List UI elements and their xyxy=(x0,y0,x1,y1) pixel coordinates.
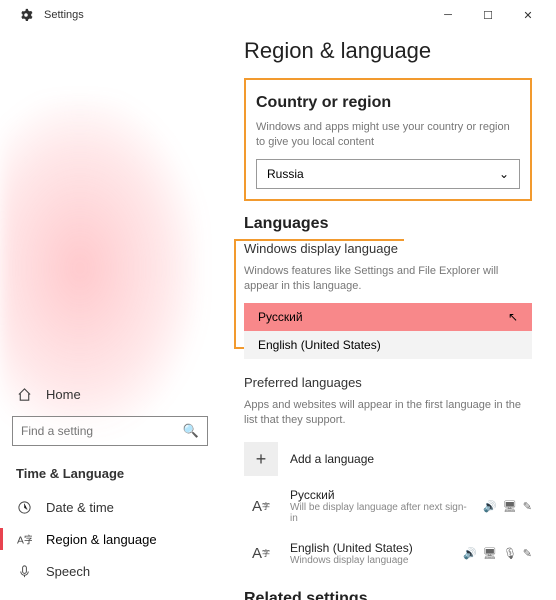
display-icon: 🖥 xyxy=(503,500,517,513)
display-lang-list: Русский ↖ English (United States) xyxy=(244,303,532,359)
plus-icon: + xyxy=(244,442,278,476)
search-icon: 🔍 xyxy=(183,423,199,439)
lang-option-label: English (United States) xyxy=(258,338,381,352)
installed-sub: Windows display language xyxy=(290,555,451,566)
lang-option-label: Русский xyxy=(258,310,303,324)
active-indicator xyxy=(0,528,3,550)
lang-feature-icons: 🔊 🖥 🎙 ✎ xyxy=(463,547,532,560)
sidebar-item-label: Speech xyxy=(46,564,90,579)
language-glyph-icon: A字 xyxy=(244,536,278,570)
sidebar-section-header: Time & Language xyxy=(0,456,220,491)
text-to-speech-icon: 🔊 xyxy=(463,547,477,560)
minimize-button[interactable]: ─ xyxy=(428,0,468,30)
installed-sub: Will be display language after next sign… xyxy=(290,502,471,524)
home-icon xyxy=(16,386,32,402)
close-button[interactable]: ✕ xyxy=(508,0,548,30)
search-input[interactable]: 🔍 xyxy=(12,416,208,446)
region-desc: Windows and apps might use your country … xyxy=(256,120,520,151)
add-language-button[interactable]: + Add a language xyxy=(244,436,532,482)
sidebar-item-speech[interactable]: Speech xyxy=(0,555,220,587)
speech-icon: 🎙 xyxy=(503,547,517,560)
sidebar-item-label: Region & language xyxy=(46,532,157,547)
sidebar-item-region[interactable]: A字 Region & language xyxy=(0,523,220,555)
gear-icon xyxy=(18,7,34,23)
handwriting-icon: ✎ xyxy=(523,547,532,560)
globe-language-icon: A字 xyxy=(16,531,32,547)
lang-option-russian[interactable]: Русский ↖ xyxy=(244,303,532,331)
page-title: Region & language xyxy=(244,38,532,64)
svg-text:A字: A字 xyxy=(17,533,32,546)
microphone-icon xyxy=(16,563,32,579)
text-to-speech-icon: 🔊 xyxy=(483,500,497,513)
related-heading: Related settings xyxy=(244,590,532,600)
sidebar-item-datetime[interactable]: Date & time xyxy=(0,491,220,523)
language-glyph-icon: A字 xyxy=(244,489,278,523)
installed-lang-english[interactable]: A字 English (United States) Windows displ… xyxy=(244,530,532,576)
titlebar: Settings ─ ☐ ✕ xyxy=(0,0,556,30)
clock-icon xyxy=(16,499,32,515)
maximize-button[interactable]: ☐ xyxy=(468,0,508,30)
add-language-label: Add a language xyxy=(290,452,532,466)
home-label: Home xyxy=(46,387,81,402)
installed-name: English (United States) xyxy=(290,541,451,555)
lang-feature-icons: 🔊 🖥 ✎ xyxy=(483,500,532,513)
region-selected: Russia xyxy=(267,167,304,181)
cursor-icon: ↖ xyxy=(508,310,518,324)
region-section-highlight: Country or region Windows and apps might… xyxy=(244,78,532,201)
chevron-down-icon: ⌄ xyxy=(499,167,509,181)
preferred-label: Preferred languages xyxy=(244,375,532,390)
window-title: Settings xyxy=(44,9,84,21)
languages-heading: Languages xyxy=(244,215,532,233)
installed-name: Русский xyxy=(290,488,471,502)
sidebar: Home 🔍 Time & Language Date & time A字 Re… xyxy=(0,30,220,600)
preferred-desc: Apps and websites will appear in the fir… xyxy=(244,398,532,429)
display-lang-desc: Windows features like Settings and File … xyxy=(244,264,532,295)
home-nav[interactable]: Home xyxy=(0,378,220,410)
installed-lang-russian[interactable]: A字 Русский Will be display language afte… xyxy=(244,482,532,530)
main-panel: Region & language Country or region Wind… xyxy=(220,30,556,600)
handwriting-icon: ✎ xyxy=(523,500,532,513)
display-lang-label: Windows display language xyxy=(244,241,532,256)
lang-option-english[interactable]: English (United States) xyxy=(244,331,532,359)
region-heading: Country or region xyxy=(256,94,520,112)
region-dropdown[interactable]: Russia ⌄ xyxy=(256,159,520,189)
sidebar-item-label: Date & time xyxy=(46,500,114,515)
search-field[interactable] xyxy=(21,424,183,438)
display-icon: 🖥 xyxy=(483,547,497,560)
